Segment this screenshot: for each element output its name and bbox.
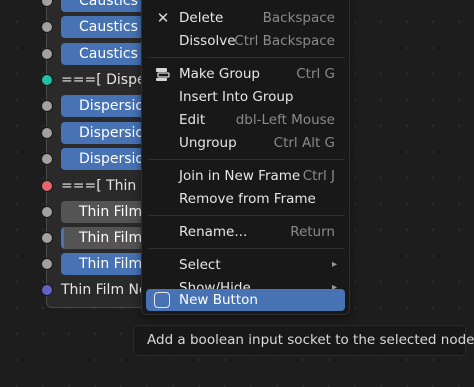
socket-dot <box>41 258 53 270</box>
menu-separator <box>148 57 345 58</box>
socket-dot <box>41 21 53 33</box>
menu-item-dissolve[interactable]: Dissolve Ctrl Backspace <box>146 30 345 52</box>
node-group-icon <box>155 66 171 82</box>
socket-dot-red <box>41 180 53 192</box>
frame-label: ===[ Dispe <box>61 72 146 88</box>
menu-item-label: Ungroup <box>179 135 237 151</box>
menu-separator <box>148 159 345 160</box>
socket-dot <box>41 100 53 112</box>
socket-dot <box>41 127 53 139</box>
menu-item-shortcut: Ctrl G <box>296 66 335 82</box>
submenu-arrow-icon: ▸ <box>331 259 337 270</box>
socket-dot <box>41 232 53 244</box>
menu-separator <box>148 215 345 216</box>
menu-item-label: Select <box>179 257 221 273</box>
menu-item-join-in-new-frame[interactable]: Join in New Frame Ctrl J <box>146 165 345 187</box>
menu-item-label: Remove from Frame <box>179 191 316 207</box>
socket-dot <box>41 0 53 7</box>
context-menu: ✕ Delete Backspace Dissolve Ctrl Backspa… <box>141 0 350 315</box>
menu-item-shortcut: dbl-Left Mouse <box>235 112 335 128</box>
socket-dot <box>41 206 53 218</box>
menu-item-label: Delete <box>179 10 224 26</box>
menu-item-make-group[interactable]: Make Group Ctrl G <box>146 63 345 85</box>
menu-item-shortcut: Return <box>290 224 335 240</box>
socket-dot <box>41 153 53 165</box>
socket-dot-purple <box>41 284 53 296</box>
menu-item-shortcut: Ctrl J <box>302 168 335 184</box>
menu-item-select[interactable]: Select ▸ <box>146 254 345 276</box>
menu-item-label: Insert Into Group <box>179 89 294 105</box>
menu-item-shortcut: Backspace <box>262 10 335 26</box>
frame-label: ===[ Thin F <box>61 178 149 194</box>
menu-item-label: New Button <box>179 292 258 308</box>
menu-item-rename[interactable]: Rename... Return <box>146 221 345 243</box>
menu-separator <box>148 248 345 249</box>
tooltip: Add a boolean input socket to the select… <box>133 325 474 356</box>
menu-item-edit[interactable]: Edit dbl-Left Mouse <box>146 109 345 131</box>
menu-item-label: Make Group <box>179 66 260 82</box>
socket-dot <box>41 48 53 60</box>
close-icon: ✕ <box>156 9 170 27</box>
menu-item-insert-into-group[interactable]: Insert Into Group <box>146 86 345 108</box>
menu-item-shortcut: Ctrl Backspace <box>234 33 335 49</box>
menu-item-shortcut: Ctrl Alt G <box>273 135 335 151</box>
menu-item-delete[interactable]: ✕ Delete Backspace <box>146 7 345 29</box>
checkbox-icon <box>154 292 170 308</box>
socket-dot-teal <box>41 74 53 86</box>
menu-item-label: Dissolve <box>179 33 236 49</box>
menu-item-new-button[interactable]: New Button <box>146 289 345 311</box>
menu-item-ungroup[interactable]: Ungroup Ctrl Alt G <box>146 132 345 154</box>
node-interface-panel: Caustics R Caustics F Caustics F ===[ Di… <box>41 0 157 308</box>
menu-item-label: Edit <box>179 112 206 128</box>
menu-item-label: Rename... <box>179 224 248 240</box>
interface-item-label: Thin Film No <box>61 282 148 298</box>
menu-item-label: Join in New Frame <box>179 168 301 184</box>
menu-item-remove-from-frame[interactable]: Remove from Frame <box>146 188 345 210</box>
